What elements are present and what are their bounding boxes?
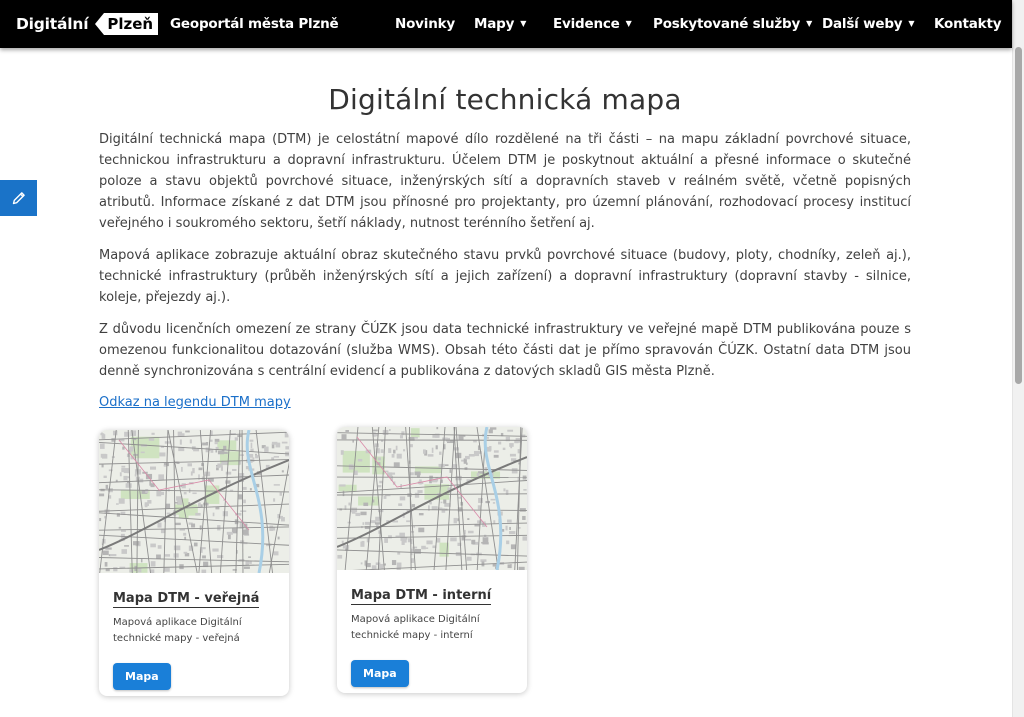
card-title[interactable]: Mapa DTM - interní [351, 588, 492, 605]
map-thumbnail-image [99, 430, 289, 573]
legend-link[interactable]: Odkaz na legendu DTM mapy [99, 395, 291, 410]
chevron-down-icon: ▼ [908, 19, 915, 28]
top-navigation-bar: Digitální Plzeň Geoportál města Plzně No… [0, 0, 1012, 48]
chevron-down-icon: ▼ [625, 19, 632, 28]
card-title[interactable]: Mapa DTM - veřejná [113, 591, 260, 608]
feedback-button[interactable] [0, 180, 37, 216]
license-paragraph: Z důvodu licenčních omezení ze strany ČÚ… [99, 322, 911, 379]
main-content: Digitální technická mapa Digitální techn… [99, 48, 911, 410]
logo-word: Digitální [16, 15, 89, 33]
scrollbar-thumb[interactable] [1015, 47, 1022, 384]
chevron-down-icon: ▼ [520, 19, 527, 28]
nav-item-novinky[interactable]: Novinky [395, 16, 455, 32]
nav-item-mapy[interactable]: Mapy ▼ [474, 16, 526, 32]
logo-badge-text: Plzeň [104, 13, 159, 35]
logo-arrow-icon [95, 13, 105, 35]
page-title: Digitální technická mapa [328, 83, 682, 116]
pencil-icon [12, 192, 25, 205]
nav-item-kontakty[interactable]: Kontakty [934, 16, 1002, 32]
nav-item-poskytovane-sluzby[interactable]: Poskytované služby ▼ [653, 16, 812, 32]
card-description: Mapová aplikace Digitální technické mapy… [113, 617, 242, 644]
nav-item-evidence[interactable]: Evidence ▼ [553, 16, 632, 32]
site-logo[interactable]: Digitální Plzeň [16, 0, 159, 48]
card-mapa-dtm-interni[interactable]: Mapa DTM - interní Mapová aplikace Digit… [337, 427, 527, 693]
open-map-button[interactable]: Mapa [351, 660, 409, 687]
logo-badge: Plzeň [95, 13, 159, 35]
page-scrollbar[interactable] [1012, 0, 1024, 717]
open-map-button[interactable]: Mapa [113, 663, 171, 690]
card-mapa-dtm-verejna[interactable]: Mapa DTM - veřejná Mapová aplikace Digit… [99, 430, 289, 696]
app-description-paragraph: Mapová aplikace zobrazuje aktuální obraz… [99, 248, 911, 305]
nav-item-dalsi-weby[interactable]: Další weby ▼ [822, 16, 915, 32]
chevron-down-icon: ▼ [806, 19, 813, 28]
card-description: Mapová aplikace Digitální technické mapy… [351, 614, 480, 641]
intro-paragraph: Digitální technická mapa (DTM) je celost… [99, 132, 911, 231]
map-thumbnail-image [337, 427, 527, 570]
site-title[interactable]: Geoportál města Plzně [170, 16, 339, 32]
